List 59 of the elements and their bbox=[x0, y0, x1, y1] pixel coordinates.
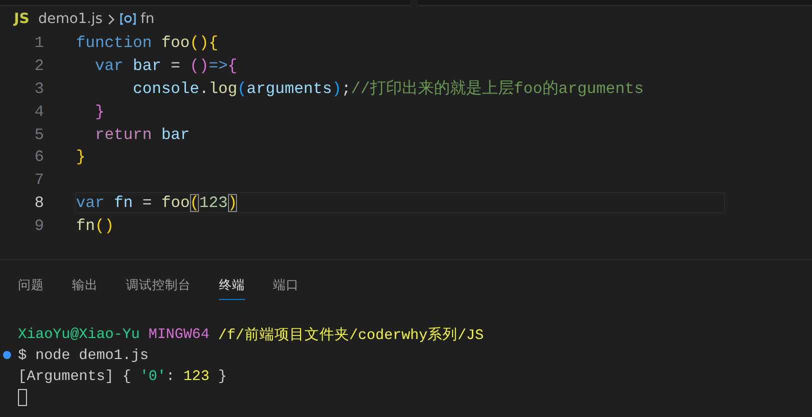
code-comment: //打印出来的就是上层foo的arguments bbox=[350, 78, 644, 100]
code-token: fn bbox=[112, 194, 133, 212]
code-token: . bbox=[199, 80, 209, 98]
panel-tab[interactable]: 输出 bbox=[72, 277, 98, 300]
line-number: 1 bbox=[34, 34, 44, 52]
code-token: function bbox=[76, 34, 152, 52]
line-number: 6 bbox=[34, 148, 44, 166]
terminal-text: $ node demo1.js bbox=[18, 348, 149, 364]
code-token: fn bbox=[76, 216, 95, 235]
code-token: => bbox=[208, 57, 228, 76]
code-token: ( bbox=[190, 194, 200, 212]
code-token: { bbox=[208, 34, 218, 52]
breadcrumb-file[interactable]: demo1.js bbox=[38, 11, 103, 27]
code-token: } bbox=[94, 102, 104, 121]
code-token: = bbox=[141, 194, 152, 212]
terminal-text: /f/前端项目文件夹/coderwhy系列/JS bbox=[217, 326, 484, 344]
line-number: 7 bbox=[34, 171, 44, 190]
line-number: 9 bbox=[34, 216, 44, 235]
line-number: 8 bbox=[34, 194, 44, 212]
code-token: var bbox=[94, 57, 124, 76]
code-token: ) bbox=[228, 194, 238, 212]
code-token: foo bbox=[160, 194, 190, 212]
terminal-text: [Arguments] { bbox=[18, 368, 132, 385]
breadcrumb-symbol[interactable]: fn bbox=[140, 11, 154, 27]
variable-icon bbox=[120, 13, 136, 25]
code-token: var bbox=[76, 194, 104, 212]
code-token: arguments bbox=[246, 80, 332, 98]
terminal-text: MINGW64 bbox=[148, 326, 210, 343]
chevron-icon bbox=[108, 14, 115, 24]
terminal-text: } bbox=[217, 368, 227, 385]
terminal-text: : bbox=[166, 368, 176, 385]
code-token: bar bbox=[132, 57, 162, 76]
line-number: 3 bbox=[34, 80, 44, 98]
code-token: return bbox=[94, 126, 152, 144]
panel-tab[interactable]: 问题 bbox=[18, 277, 44, 300]
code-token: () bbox=[94, 216, 114, 235]
terminal-text: XiaoYu@Xiao-Yu bbox=[18, 326, 140, 343]
code-token: ( bbox=[237, 80, 247, 98]
code-token: bar bbox=[160, 126, 190, 144]
code-token: log bbox=[208, 80, 238, 98]
terminal-text: 123 bbox=[183, 368, 210, 385]
line-number: 4 bbox=[34, 102, 44, 121]
code-token: foo bbox=[160, 34, 190, 52]
code-token: 123 bbox=[199, 194, 228, 212]
code-token: ; bbox=[341, 80, 351, 98]
code-token: ) bbox=[332, 80, 342, 98]
panel-tab[interactable]: 终端 bbox=[219, 277, 245, 300]
code-token: } bbox=[76, 148, 86, 166]
panel-tab[interactable]: 端口 bbox=[273, 277, 299, 300]
code-token: = bbox=[170, 57, 180, 76]
terminal-text: '0' bbox=[140, 368, 166, 385]
code-token: () bbox=[190, 34, 209, 52]
line-number: 5 bbox=[34, 126, 44, 144]
panel-tab[interactable]: 调试控制台 bbox=[126, 277, 191, 300]
code-token: { bbox=[228, 57, 238, 76]
line-number: 2 bbox=[34, 57, 44, 76]
code-token: console bbox=[132, 80, 200, 98]
js-file-icon: JS bbox=[14, 11, 30, 27]
code-token: () bbox=[188, 57, 209, 76]
